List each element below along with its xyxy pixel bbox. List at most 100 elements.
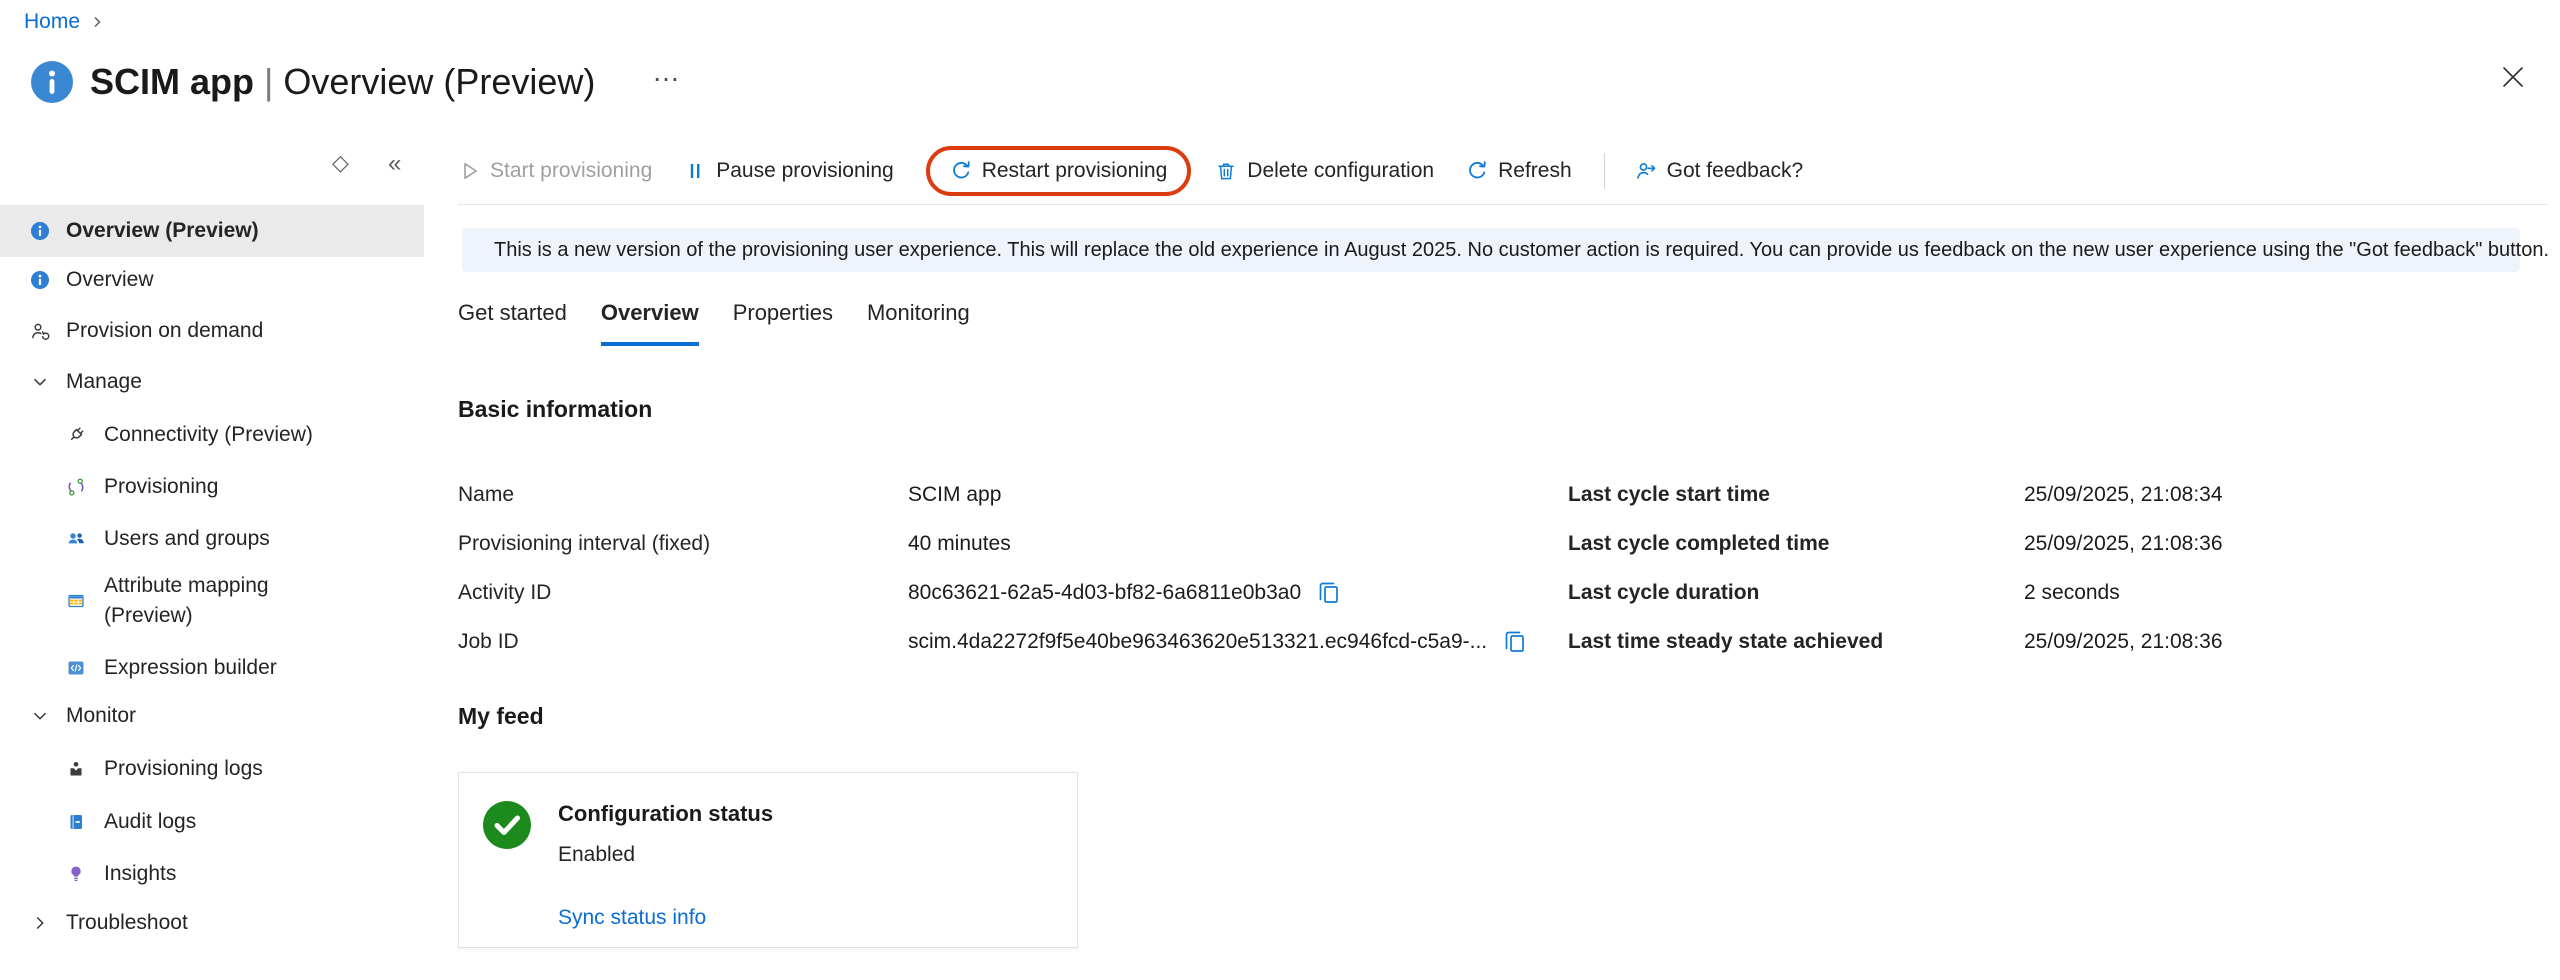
restart-provisioning-button[interactable]: Restart provisioning bbox=[926, 146, 1192, 196]
collapse-sidebar-icon[interactable]: « bbox=[388, 150, 401, 178]
delete-icon bbox=[1215, 160, 1237, 182]
sidebar-group-monitor[interactable]: Monitor bbox=[0, 690, 424, 742]
sidebar-item-label: Provisioning bbox=[104, 475, 218, 499]
refresh-icon bbox=[1466, 160, 1488, 182]
sidebar-item-connectivity[interactable]: Connectivity (Preview) bbox=[0, 409, 424, 461]
sidebar-item-label: Users and groups bbox=[104, 527, 270, 551]
pause-provisioning-button[interactable]: Pause provisioning bbox=[684, 159, 893, 183]
tab-properties[interactable]: Properties bbox=[733, 300, 833, 346]
plug-icon bbox=[66, 425, 86, 445]
info-row-last-cycle-duration: Last cycle duration 2 seconds bbox=[1568, 576, 2120, 610]
sidebar-group-manage[interactable]: Manage bbox=[0, 356, 424, 408]
sidebar-item-audit-logs[interactable]: Audit logs bbox=[0, 796, 424, 848]
field-label: Activity ID bbox=[458, 581, 908, 605]
info-banner: This is a new version of the provisionin… bbox=[462, 228, 2520, 272]
tab-monitoring[interactable]: Monitoring bbox=[867, 300, 970, 346]
copy-icon[interactable] bbox=[1315, 579, 1343, 607]
delete-configuration-button[interactable]: Delete configuration bbox=[1215, 159, 1434, 183]
info-row-name: Name SCIM app bbox=[458, 478, 1001, 512]
field-value: 25/09/2025, 21:08:36 bbox=[2024, 630, 2223, 654]
refresh-button[interactable]: Refresh bbox=[1466, 159, 1572, 183]
sidebar-item-provisioning-logs[interactable]: Provisioning logs bbox=[0, 743, 424, 795]
status-value: Enabled bbox=[558, 843, 635, 867]
breadcrumb: Home bbox=[24, 10, 104, 34]
book-icon bbox=[66, 812, 86, 832]
play-icon bbox=[458, 160, 480, 182]
toolbar-button-label: Got feedback? bbox=[1667, 159, 1804, 183]
info-row-activity-id: Activity ID 80c63621-62a5-4d03-bf82-6a68… bbox=[458, 576, 1343, 610]
sidebar-item-expression-builder[interactable]: Expression builder bbox=[0, 642, 424, 694]
sidebar-item-insights[interactable]: Insights bbox=[0, 848, 424, 900]
sidebar-item-label: Provision on demand bbox=[66, 319, 263, 343]
toolbar-divider bbox=[458, 204, 2548, 205]
sidebar-group-troubleshoot[interactable]: Troubleshoot bbox=[0, 897, 424, 949]
sidebar-item-label: Overview (Preview) bbox=[66, 219, 259, 243]
field-label: Last cycle completed time bbox=[1568, 532, 2024, 556]
info-icon bbox=[30, 270, 50, 290]
banner-text: This is a new version of the provisionin… bbox=[494, 239, 2549, 262]
sidebar-item-provisioning[interactable]: Provisioning bbox=[0, 461, 424, 513]
logs-icon bbox=[66, 759, 86, 779]
sidebar-group-label: Monitor bbox=[66, 704, 136, 728]
breadcrumb-home-link[interactable]: Home bbox=[24, 10, 80, 34]
toolbar-button-label: Refresh bbox=[1498, 159, 1572, 183]
card-title: Configuration status bbox=[558, 801, 773, 827]
tab-get-started[interactable]: Get started bbox=[458, 300, 567, 346]
field-value: 80c63621-62a5-4d03-bf82-6a6811e0b3a0 bbox=[908, 579, 1343, 607]
info-row-provisioning-interval: Provisioning interval (fixed) 40 minutes bbox=[458, 527, 1011, 561]
toolbar-button-label: Start provisioning bbox=[490, 159, 652, 183]
field-label: Job ID bbox=[458, 630, 908, 654]
sidebar-item-provision-on-demand[interactable]: Provision on demand bbox=[0, 305, 424, 357]
bulb-icon bbox=[66, 864, 86, 884]
tab-overview[interactable]: Overview bbox=[601, 300, 699, 346]
info-row-last-cycle-start: Last cycle start time 25/09/2025, 21:08:… bbox=[1568, 478, 2223, 512]
sidebar-item-label: Insights bbox=[104, 862, 176, 886]
check-circle-icon bbox=[482, 800, 532, 850]
sidebar-item-overview-preview[interactable]: Overview (Preview) bbox=[0, 205, 424, 257]
chevron-right-icon bbox=[30, 913, 50, 933]
feedback-icon bbox=[1635, 160, 1657, 182]
app-info-icon bbox=[30, 60, 74, 104]
resize-blade-icon[interactable]: ◇ bbox=[332, 150, 349, 176]
sidebar-item-label: Attribute mapping (Preview) bbox=[104, 571, 344, 632]
chevron-down-icon bbox=[30, 706, 50, 726]
my-feed-heading: My feed bbox=[458, 703, 544, 730]
sync-status-info-link[interactable]: Sync status info bbox=[558, 906, 706, 930]
toolbar-button-label: Pause provisioning bbox=[716, 159, 893, 183]
field-label: Last cycle duration bbox=[1568, 581, 2024, 605]
restart-icon bbox=[950, 160, 972, 182]
got-feedback-button[interactable]: Got feedback? bbox=[1635, 159, 1804, 183]
field-value: 25/09/2025, 21:08:34 bbox=[2024, 483, 2223, 507]
sidebar-item-attribute-mapping[interactable]: Attribute mapping (Preview) bbox=[0, 561, 424, 641]
field-label: Provisioning interval (fixed) bbox=[458, 532, 908, 556]
sidebar-item-label: Overview bbox=[66, 268, 154, 292]
page-title-app-name: SCIM app bbox=[90, 61, 254, 102]
table-icon bbox=[66, 591, 86, 611]
sidebar-item-users-and-groups[interactable]: Users and groups bbox=[0, 513, 424, 565]
breadcrumb-chevron-icon bbox=[90, 15, 104, 29]
activity-id-value: 80c63621-62a5-4d03-bf82-6a6811e0b3a0 bbox=[908, 581, 1301, 605]
job-id-value: scim.4da2272f9f5e40be963463620e513321.ec… bbox=[908, 630, 1487, 654]
field-value: 25/09/2025, 21:08:36 bbox=[2024, 532, 2223, 556]
configuration-status-card: Configuration status Enabled Sync status… bbox=[458, 772, 1078, 948]
sidebar-item-label: Expression builder bbox=[104, 656, 277, 680]
field-value: SCIM app bbox=[908, 483, 1001, 507]
info-icon bbox=[30, 221, 50, 241]
command-bar: Start provisioning Pause provisioning Re… bbox=[458, 140, 1835, 202]
toolbar-button-label: Restart provisioning bbox=[982, 159, 1168, 183]
start-provisioning-button[interactable]: Start provisioning bbox=[458, 159, 652, 183]
page-title-divider: | bbox=[254, 61, 283, 102]
close-icon[interactable] bbox=[2498, 62, 2528, 92]
sync-icon bbox=[66, 477, 86, 497]
toolbar-button-label: Delete configuration bbox=[1247, 159, 1434, 183]
pause-icon bbox=[684, 160, 706, 182]
basic-information-heading: Basic information bbox=[458, 396, 652, 423]
scim-app-overview-blade: Home SCIM app|Overview (Preview) … ◇ « O… bbox=[0, 0, 2560, 980]
copy-icon[interactable] bbox=[1501, 628, 1529, 656]
person-sync-icon bbox=[30, 321, 50, 341]
more-menu-button[interactable]: … bbox=[652, 56, 682, 88]
sidebar-item-label: Provisioning logs bbox=[104, 757, 263, 781]
tab-bar: Get started Overview Properties Monitori… bbox=[458, 300, 970, 346]
toolbar-separator bbox=[1604, 153, 1605, 189]
sidebar-item-overview[interactable]: Overview bbox=[0, 254, 424, 306]
